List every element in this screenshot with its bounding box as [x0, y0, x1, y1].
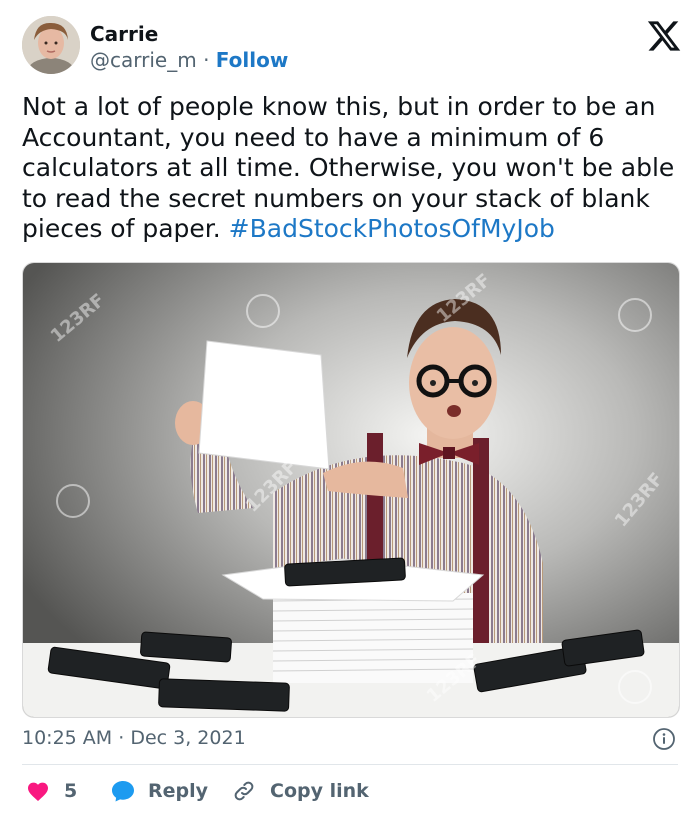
- reply-label: Reply: [148, 780, 209, 802]
- x-logo-icon[interactable]: [646, 18, 682, 54]
- tweet-date: Dec 3, 2021: [130, 727, 246, 749]
- tweet-text: Not a lot of people know this, but in or…: [22, 92, 682, 245]
- action-bar: 5 Reply Copy link: [22, 776, 678, 806]
- tweet-header: Carrie @carrie_m · Follow: [22, 14, 682, 80]
- heart-icon: [28, 782, 48, 801]
- reply-button[interactable]: Reply: [110, 776, 208, 806]
- like-count: 5: [64, 780, 78, 802]
- reply-bubble-icon: [112, 781, 134, 802]
- handle-row: @carrie_m · Follow: [90, 48, 288, 72]
- link-icon: [234, 781, 254, 801]
- tweet-timestamp[interactable]: 10:25 AM · Dec 3, 2021: [22, 727, 678, 751]
- copy-link-button[interactable]: Copy link: [232, 776, 369, 806]
- hashtag-link[interactable]: #BadStockPhotosOfMyJob: [229, 214, 555, 243]
- avatar[interactable]: [22, 16, 80, 74]
- info-icon[interactable]: [652, 727, 676, 751]
- tweet-media-image[interactable]: 123RF 123RF 123RF 123RF 123RF: [22, 262, 680, 718]
- tweet-card: Carrie @carrie_m · Follow Not a lot of p…: [0, 0, 700, 817]
- tweet-time: 10:25 AM: [22, 727, 113, 749]
- follow-button[interactable]: Follow: [216, 48, 289, 72]
- user-handle[interactable]: @carrie_m: [90, 48, 197, 72]
- user-name[interactable]: Carrie: [90, 22, 158, 46]
- handle-separator: ·: [203, 48, 210, 72]
- copy-link-label: Copy link: [270, 780, 369, 802]
- like-button[interactable]: 5: [26, 776, 77, 806]
- time-separator: ·: [118, 727, 125, 749]
- divider: [22, 764, 678, 765]
